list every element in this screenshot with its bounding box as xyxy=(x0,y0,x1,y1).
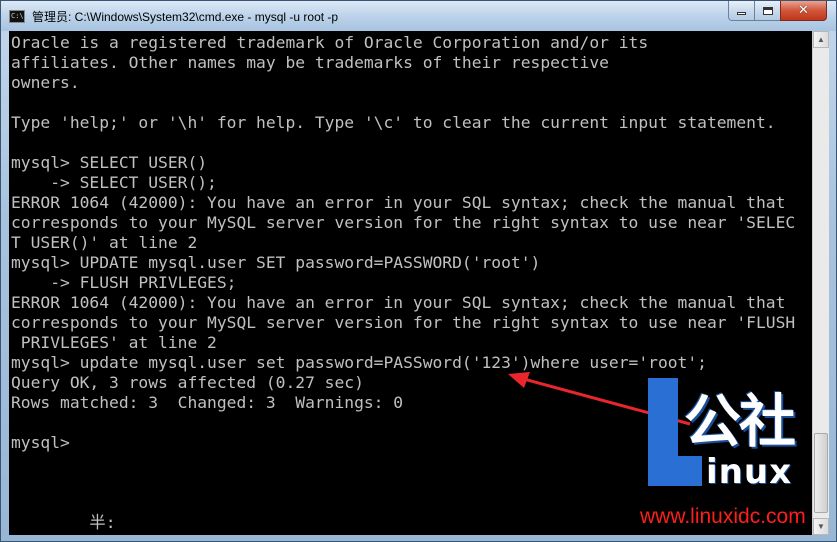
console-line: corresponds to your MySQL server version… xyxy=(11,313,796,332)
console-line: PRIVLEGES' at line 2 xyxy=(11,333,217,352)
console-line: mysql> update mysql.user set password=PA… xyxy=(11,353,707,372)
window-title: 管理员: C:\Windows\System32\cmd.exe - mysql… xyxy=(32,10,339,24)
vertical-scrollbar[interactable]: ▲ ▼ xyxy=(812,31,829,535)
maximize-button[interactable] xyxy=(754,1,781,21)
close-icon: ✕ xyxy=(798,3,809,18)
console-line: owners. xyxy=(11,73,80,92)
console-line: ERROR 1064 (42000): You have an error in… xyxy=(11,293,786,312)
title-bar[interactable]: C:\ 管理员: C:\Windows\System32\cmd.exe - m… xyxy=(1,1,836,31)
maximize-icon xyxy=(762,6,773,15)
scroll-up-button[interactable]: ▲ xyxy=(813,31,829,48)
minimize-icon xyxy=(737,12,746,15)
console-line: -> SELECT USER(); xyxy=(11,173,217,192)
console-line: corresponds to your MySQL server version… xyxy=(11,213,796,232)
cmd-icon[interactable]: C:\ xyxy=(9,10,25,23)
console-line: T USER()' at line 2 xyxy=(11,233,198,252)
console-line: ERROR 1064 (42000): You have an error in… xyxy=(11,193,786,212)
console-line: 半: xyxy=(11,513,116,532)
console-line: mysql> SELECT USER() xyxy=(11,153,208,172)
console-line: mysql> UPDATE mysql.user SET password=PA… xyxy=(11,253,541,272)
console-line: Rows matched: 3 Changed: 3 Warnings: 0 xyxy=(11,393,404,412)
scroll-thumb[interactable] xyxy=(814,433,828,513)
watermark-brand-cn: 公社 xyxy=(684,389,796,455)
minimize-button[interactable] xyxy=(728,1,755,21)
watermark-brand-en: inux xyxy=(706,452,792,492)
console-line: Query OK, 3 rows affected (0.27 sec) xyxy=(11,373,364,392)
console-line: -> FLUSH PRIVLEGES; xyxy=(11,273,237,292)
console-line: affiliates. Other names may be trademark… xyxy=(11,53,609,72)
watermark-url: www.linuxidc.com xyxy=(640,505,806,528)
watermark-l-foot xyxy=(648,456,702,486)
console-line: Oracle is a registered trademark of Orac… xyxy=(11,33,649,52)
scroll-down-button[interactable]: ▼ xyxy=(813,518,829,535)
close-button[interactable]: ✕ xyxy=(780,1,827,21)
console-line: mysql> xyxy=(11,433,70,452)
console-line: Type 'help;' or '\h' for help. Type '\c'… xyxy=(11,113,776,132)
